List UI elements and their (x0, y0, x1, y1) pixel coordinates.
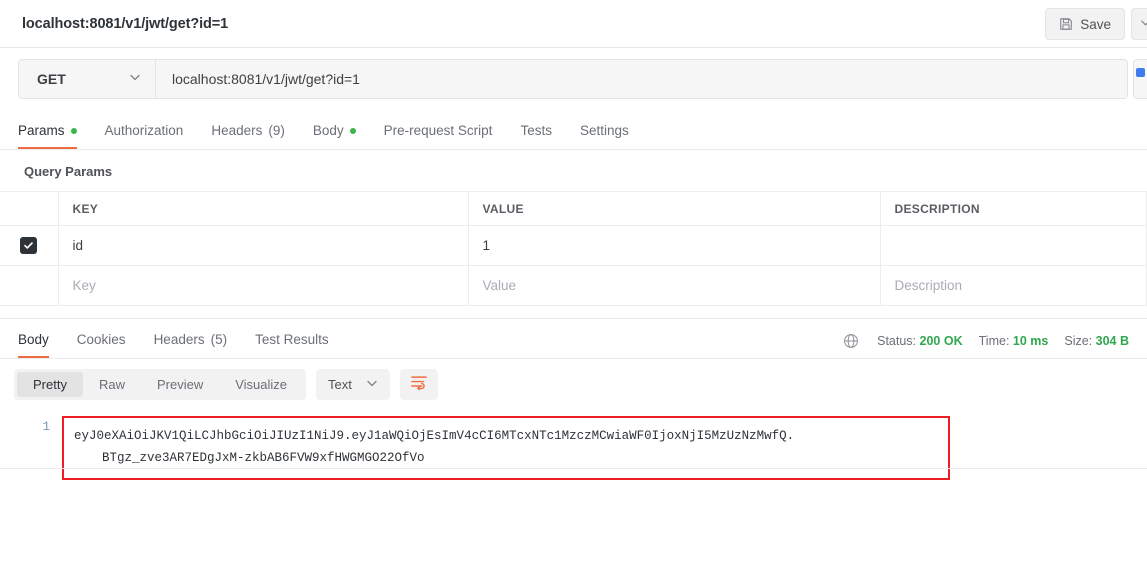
url-input[interactable]: localhost:8081/v1/jwt/get?id=1 (156, 60, 1127, 98)
tab-params[interactable]: Params (18, 123, 91, 149)
param-enabled-checkbox[interactable] (20, 237, 38, 254)
http-method-select[interactable]: GET (19, 60, 156, 98)
tab-test-results-label: Test Results (255, 332, 329, 347)
size-label: Size: (1064, 334, 1093, 348)
response-status-bar: Status: 200 OK Time: 10 ms Size: 304 B (843, 333, 1129, 349)
response-viewer-toolbar: Pretty Raw Preview Visualize Text (0, 359, 1147, 410)
tab-authorization[interactable]: Authorization (91, 123, 198, 149)
tab-headers-label: Headers (211, 123, 263, 138)
time-group: Time: 10 ms (979, 334, 1049, 348)
save-options-button[interactable] (1131, 8, 1147, 40)
new-param-value-input[interactable]: Value (468, 265, 881, 306)
status-badge: 200 OK (919, 334, 963, 348)
view-mode-preview[interactable]: Preview (141, 372, 219, 397)
response-body-line-1[interactable]: eyJ0eXAiOiJKV1QiLCJhbGciOiJIUzI1NiJ9.eyJ… (74, 425, 938, 447)
tab-tests[interactable]: Tests (506, 123, 566, 149)
response-header: Body Cookies Headers (5) Test Results St… (0, 319, 1147, 359)
time-value: 10 ms (1012, 334, 1049, 348)
column-header-key: KEY (58, 191, 469, 226)
tab-tests-label: Tests (520, 123, 552, 138)
chevron-down-icon (1140, 15, 1147, 33)
tab-pre-request-script-label: Pre-request Script (383, 123, 493, 138)
size-group: Size: 304 B (1064, 334, 1129, 348)
page-title: localhost:8081/v1/jwt/get?id=1 (22, 15, 229, 32)
view-mode-raw[interactable]: Raw (83, 372, 141, 397)
save-button[interactable]: Save (1045, 8, 1125, 40)
response-format-label: Text (328, 377, 352, 392)
check-icon (24, 242, 34, 249)
table-row: Key Value Description (0, 265, 1147, 306)
new-param-description-input[interactable]: Description (880, 265, 1147, 306)
tab-response-body[interactable]: Body (18, 332, 63, 358)
row-checkbox-cell (0, 225, 59, 266)
response-body-viewer: 1 eyJ0eXAiOiJKV1QiLCJhbGciOiJIUzI1NiJ9.e… (0, 410, 1147, 480)
response-tabs: Body Cookies Headers (5) Test Results (12, 318, 343, 358)
time-label: Time: (978, 334, 1010, 348)
response-body-line-2[interactable]: BTgz_zve3AR7EDgJxM-zkbAB6FVW9xfHWGMGO22O… (74, 447, 938, 469)
row-checkbox-cell (0, 265, 59, 306)
param-value-input[interactable]: 1 (468, 225, 881, 266)
tab-body-label: Body (312, 123, 344, 138)
globe-icon (843, 333, 859, 349)
status-code-group: Status: 200 OK (877, 334, 963, 348)
column-header-description: DESCRIPTION (880, 191, 1147, 226)
http-method-label: GET (37, 71, 66, 87)
active-tab-indicator (18, 355, 49, 358)
table-header-row: KEY VALUE DESCRIPTION (0, 191, 1147, 226)
tab-response-headers[interactable]: Headers (5) (140, 332, 242, 358)
response-footer-divider (0, 468, 1147, 480)
param-key-input[interactable]: id (58, 225, 469, 266)
table-row: id 1 (0, 225, 1147, 266)
word-wrap-icon (410, 374, 428, 395)
modified-dot-icon (70, 127, 77, 134)
view-mode-pretty[interactable]: Pretty (17, 372, 83, 397)
view-mode-visualize[interactable]: Visualize (219, 372, 303, 397)
tab-response-headers-count: (5) (210, 332, 228, 347)
column-header-value: VALUE (468, 191, 881, 226)
tab-settings[interactable]: Settings (566, 123, 643, 149)
query-params-heading: Query Params (24, 164, 113, 179)
tab-response-cookies[interactable]: Cookies (63, 332, 140, 358)
tab-authorization-label: Authorization (104, 123, 184, 138)
tab-test-results[interactable]: Test Results (241, 332, 343, 358)
title-bar-actions: Save (1045, 0, 1147, 48)
param-description-input[interactable] (880, 225, 1147, 266)
tab-headers-count: (9) (268, 123, 285, 138)
url-row: GET localhost:8081/v1/jwt/get?id=1 (0, 48, 1147, 110)
tab-response-cookies-label: Cookies (76, 332, 126, 347)
column-header-checkbox (0, 191, 59, 226)
response-format-select[interactable]: Text (316, 369, 390, 400)
status-label: Status: (877, 334, 917, 348)
tab-headers[interactable]: Headers (9) (197, 123, 299, 149)
tab-body[interactable]: Body (299, 123, 370, 149)
query-params-table: KEY VALUE DESCRIPTION id 1 Key Value Des… (0, 191, 1147, 306)
view-mode-group: Pretty Raw Preview Visualize (14, 369, 307, 400)
active-tab-indicator (18, 146, 77, 149)
send-button[interactable] (1133, 59, 1147, 99)
tab-settings-label: Settings (579, 123, 629, 138)
title-bar: localhost:8081/v1/jwt/get?id=1 Save (0, 0, 1147, 48)
size-value: 304 B (1095, 334, 1129, 348)
new-param-key-input[interactable]: Key (58, 265, 469, 306)
tab-response-headers-label: Headers (153, 332, 205, 347)
tab-response-body-label: Body (18, 332, 49, 347)
url-bar: GET localhost:8081/v1/jwt/get?id=1 (18, 59, 1128, 99)
word-wrap-toggle-button[interactable] (399, 369, 438, 400)
tab-pre-request-script[interactable]: Pre-request Script (370, 123, 507, 149)
tab-params-label: Params (18, 123, 65, 138)
modified-dot-icon (349, 127, 356, 134)
request-tabs: Params Authorization Headers (9) Body Pr… (0, 110, 1147, 150)
chevron-down-icon (366, 377, 378, 392)
save-button-label: Save (1080, 16, 1111, 32)
save-floppy-icon (1059, 17, 1073, 31)
chevron-down-icon (129, 70, 141, 88)
